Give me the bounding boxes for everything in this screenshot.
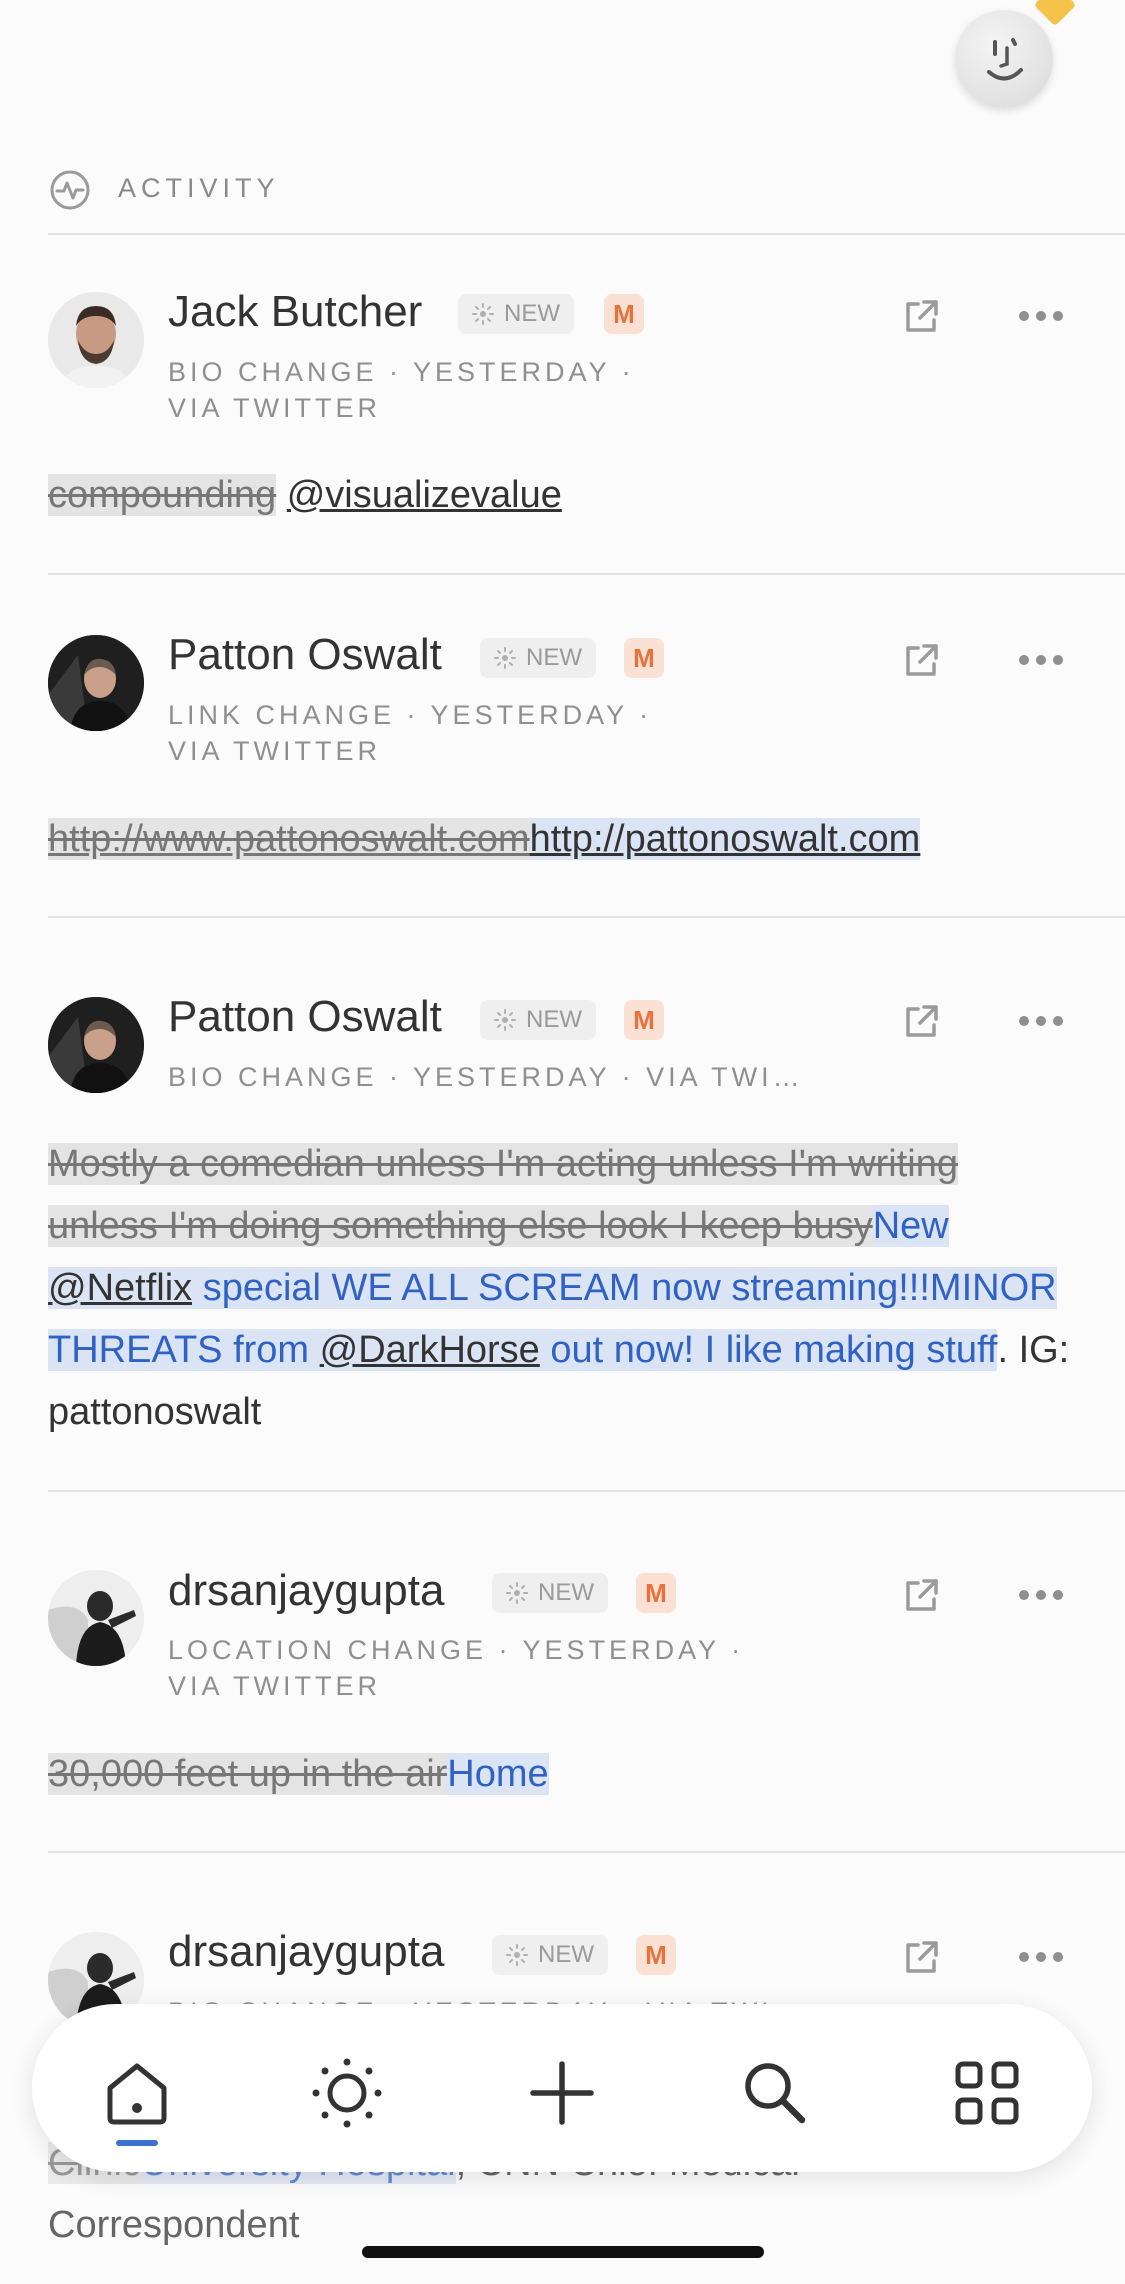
m-badge: M bbox=[604, 294, 644, 334]
m-badge: M bbox=[636, 1573, 676, 1613]
avatar[interactable] bbox=[48, 292, 144, 388]
new-badge: NEW bbox=[492, 1573, 608, 1613]
nav-home-button[interactable] bbox=[92, 2048, 182, 2138]
more-options-icon[interactable] bbox=[1018, 653, 1064, 667]
nav-discover-button[interactable] bbox=[302, 2048, 392, 2138]
nav-add-button[interactable] bbox=[517, 2048, 607, 2138]
nav-apps-button[interactable] bbox=[942, 2048, 1032, 2138]
added-link[interactable]: http://pattonoswalt.com bbox=[529, 818, 921, 860]
home-indicator bbox=[362, 2246, 764, 2258]
change-content: compounding @visualizevalue bbox=[48, 464, 1068, 526]
m-badge: M bbox=[624, 638, 664, 678]
nav-active-indicator bbox=[116, 2140, 158, 2146]
divider bbox=[48, 1490, 1125, 1492]
more-options-icon[interactable] bbox=[1018, 1014, 1064, 1028]
more-options-icon[interactable] bbox=[1018, 309, 1064, 323]
user-name[interactable]: drsanjaygupta bbox=[168, 1927, 444, 1977]
divider bbox=[48, 916, 1125, 918]
new-badge: NEW bbox=[480, 1000, 596, 1040]
external-link-icon[interactable] bbox=[902, 1937, 942, 1977]
more-options-icon[interactable] bbox=[1018, 1588, 1064, 1602]
change-content: 30,000 feet up in the airHome bbox=[48, 1743, 1068, 1805]
m-badge: M bbox=[636, 1935, 676, 1975]
change-meta: LOCATION CHANGE · YESTERDAY · VIA TWITTER bbox=[168, 1635, 745, 1701]
removed-text: 30,000 feet up in the air bbox=[48, 1753, 448, 1795]
change-meta: LINK CHANGE · YESTERDAY · VIA TWITTER bbox=[168, 700, 653, 766]
user-name[interactable]: Patton Oswalt bbox=[168, 992, 442, 1042]
sparkle-icon bbox=[494, 647, 516, 669]
added-mention[interactable]: @Netflix bbox=[48, 1267, 193, 1309]
divider bbox=[48, 1851, 1125, 1853]
change-content: http://www.pattonoswalt.comhttp://patton… bbox=[48, 808, 1108, 870]
removed-text: compounding bbox=[48, 474, 277, 516]
divider bbox=[48, 573, 1125, 575]
new-badge: NEW bbox=[458, 294, 574, 334]
more-options-icon[interactable] bbox=[1018, 1950, 1064, 1964]
removed-text: Mostly a comedian unless I'm acting unle… bbox=[48, 1143, 958, 1247]
avatar[interactable] bbox=[48, 1570, 144, 1666]
external-link-icon[interactable] bbox=[902, 296, 942, 336]
change-meta: BIO CHANGE · YESTERDAY · VIA TWITTER bbox=[168, 357, 635, 423]
removed-link: http://www.pattonoswalt.com bbox=[48, 818, 530, 860]
change-meta: BIO CHANGE · YESTERDAY · VIA TWI… bbox=[168, 1062, 804, 1092]
unchanged-text: Correspondent bbox=[48, 2204, 300, 2246]
external-link-icon[interactable] bbox=[902, 1001, 942, 1041]
external-link-icon[interactable] bbox=[902, 640, 942, 680]
m-badge: M bbox=[624, 1000, 664, 1040]
grid-icon bbox=[955, 2061, 1019, 2125]
sparkle-icon bbox=[494, 1009, 516, 1031]
new-badge: NEW bbox=[480, 638, 596, 678]
plus-icon bbox=[530, 2061, 594, 2125]
added-text: Home bbox=[447, 1753, 549, 1795]
avatar[interactable] bbox=[48, 635, 144, 731]
section-title: ACTIVITY bbox=[118, 173, 280, 203]
user-name[interactable]: Patton Oswalt bbox=[168, 630, 442, 680]
avatar[interactable] bbox=[48, 997, 144, 1093]
user-name[interactable]: Jack Butcher bbox=[168, 287, 422, 337]
external-link-icon[interactable] bbox=[902, 1575, 942, 1615]
added-mention[interactable]: @visualizevalue bbox=[287, 474, 562, 516]
divider bbox=[48, 233, 1125, 235]
profile-face-button[interactable] bbox=[955, 10, 1053, 108]
added-text: out now! I like making stuff bbox=[539, 1329, 998, 1371]
home-icon bbox=[107, 2063, 167, 2125]
nav-search-button[interactable] bbox=[730, 2048, 820, 2138]
smiley-face-icon bbox=[987, 38, 1023, 81]
user-name[interactable]: drsanjaygupta bbox=[168, 1566, 444, 1616]
change-content: Mostly a comedian unless I'm acting unle… bbox=[48, 1133, 1078, 1443]
sun-icon bbox=[312, 2058, 382, 2128]
added-mention[interactable]: @DarkHorse bbox=[319, 1329, 540, 1371]
sparkle-icon bbox=[472, 303, 494, 325]
new-badge: NEW bbox=[492, 1935, 608, 1975]
search-icon bbox=[745, 2063, 806, 2124]
sparkle-icon bbox=[506, 1582, 528, 1604]
activity-icon bbox=[48, 168, 92, 212]
sparkle-icon bbox=[506, 1944, 528, 1966]
added-text: New bbox=[872, 1205, 949, 1247]
